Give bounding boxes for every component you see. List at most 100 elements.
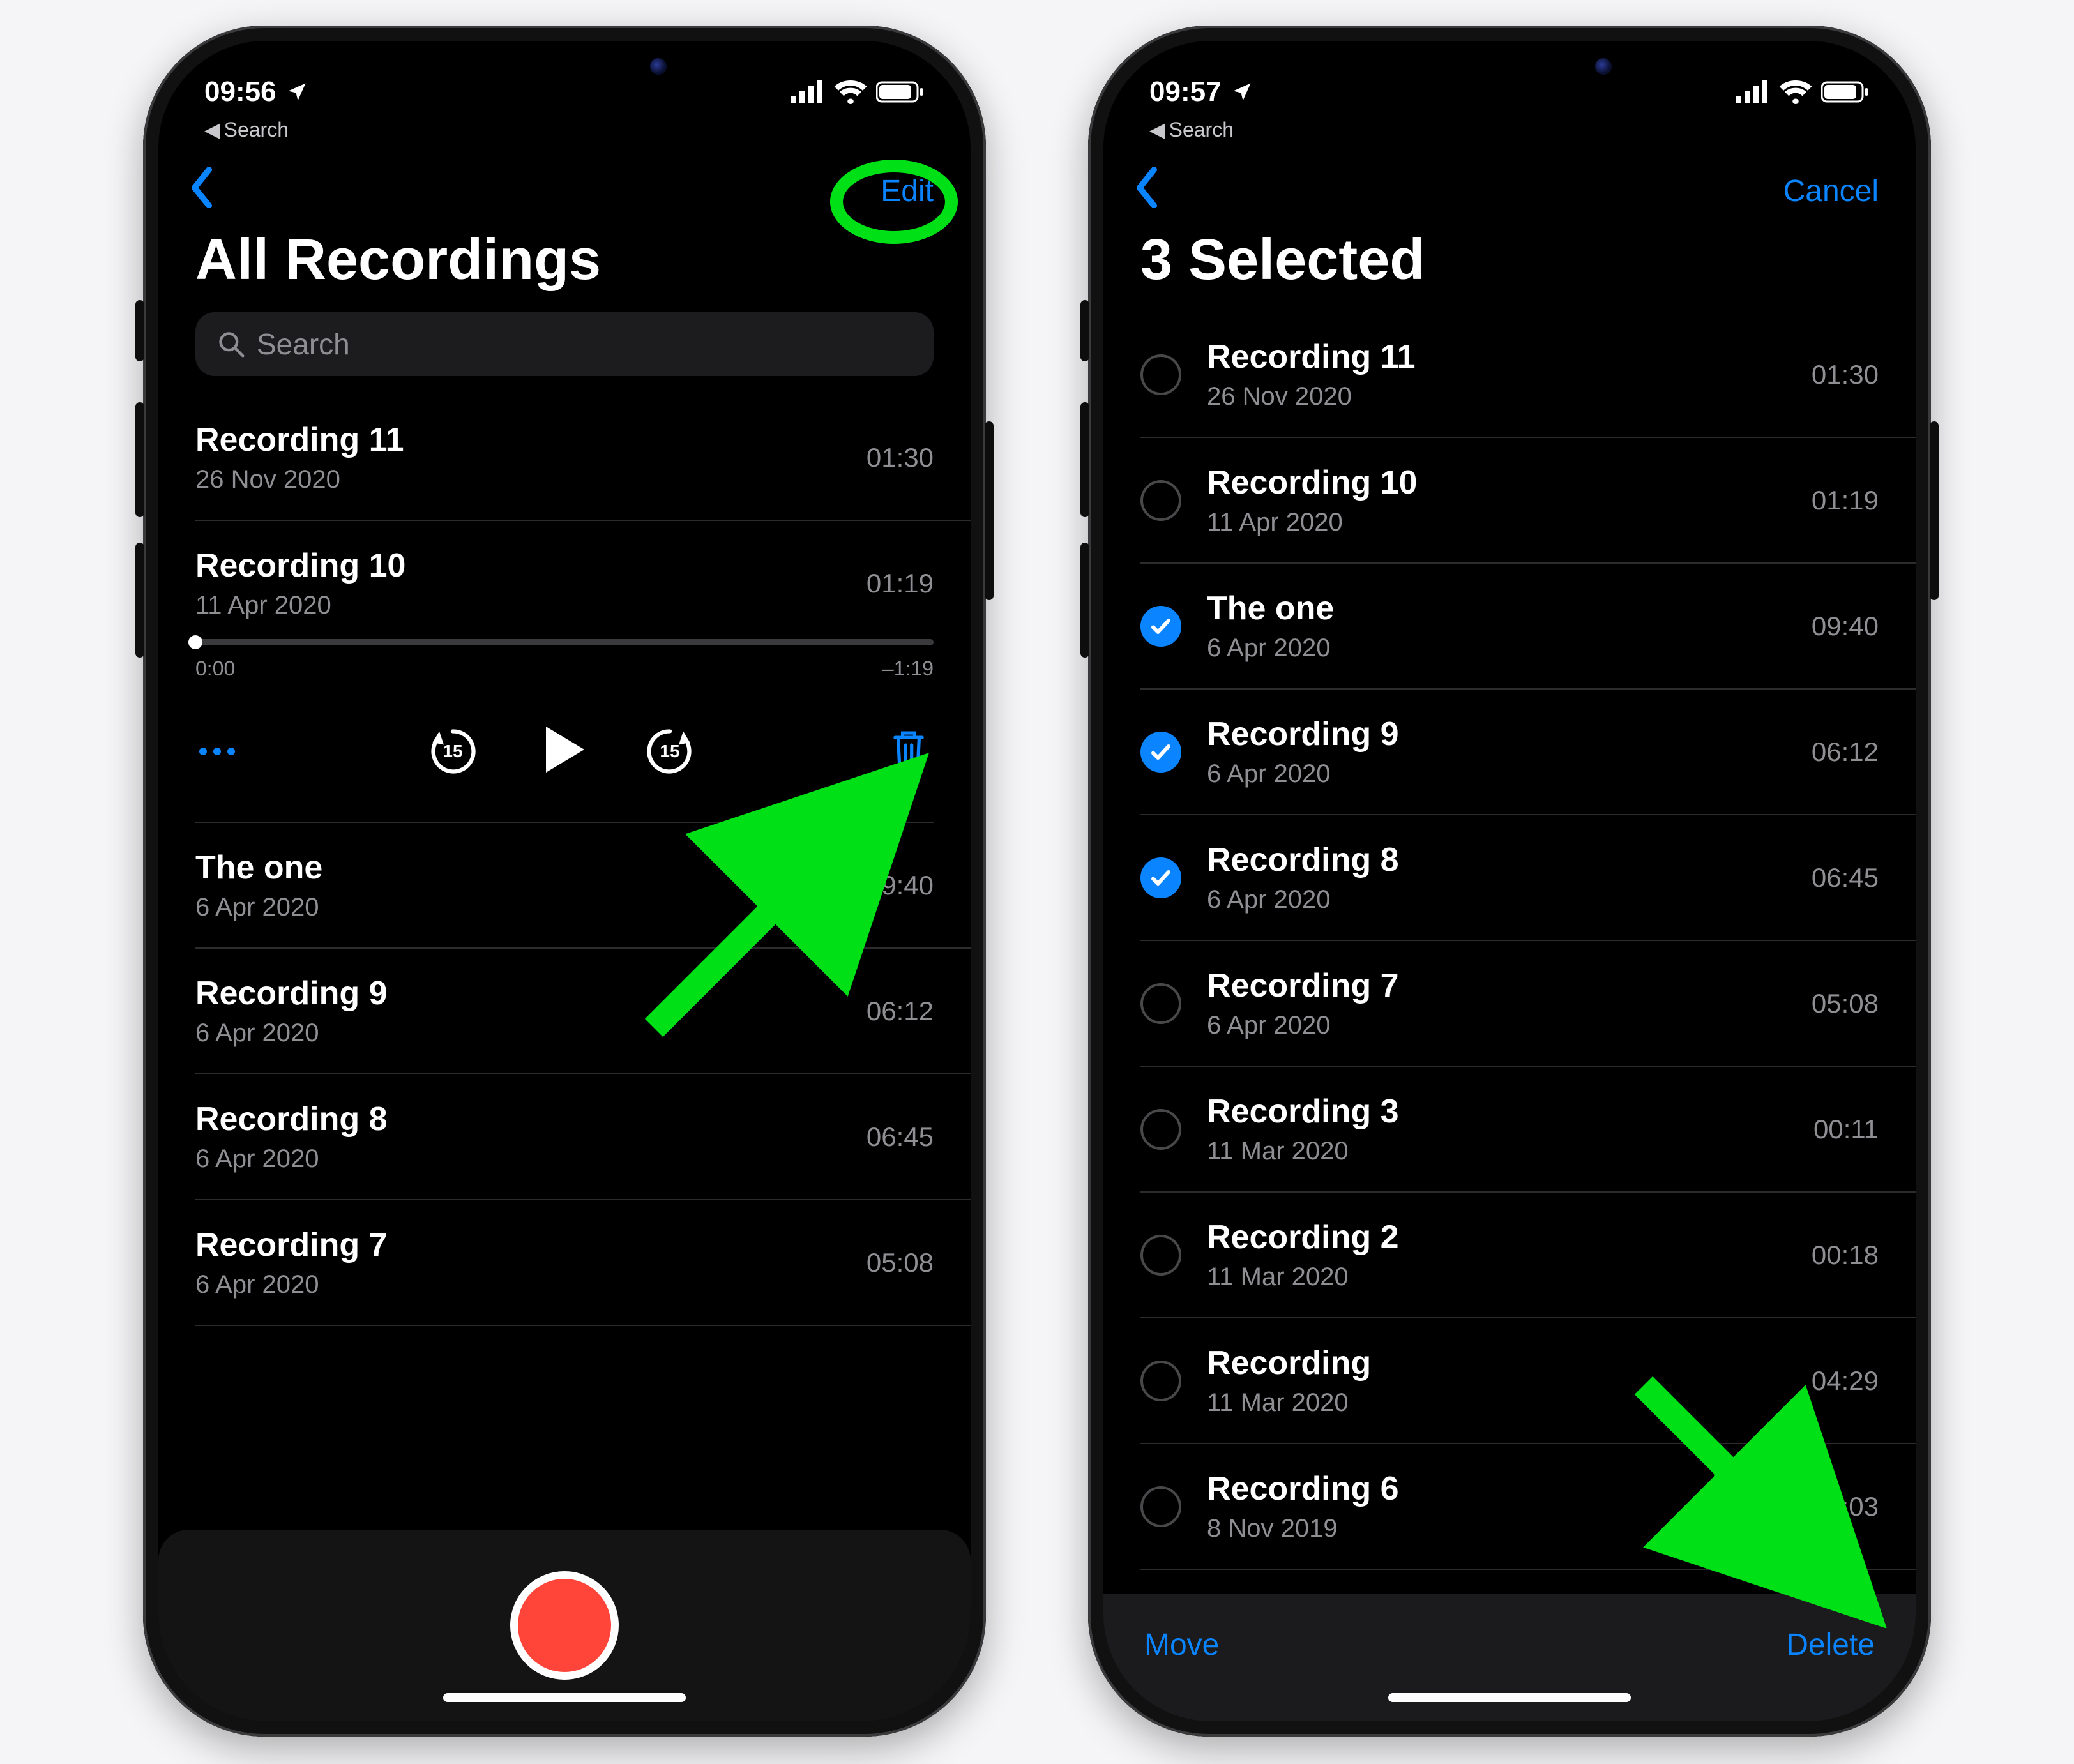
recording-duration: 09:40 <box>867 870 934 901</box>
delete-button[interactable]: Delete <box>1786 1627 1875 1662</box>
progress-bar[interactable] <box>195 639 934 645</box>
recording-title: Recording 9 <box>195 974 867 1013</box>
recording-date: 11 Apr 2020 <box>1207 508 1812 537</box>
selection-circle[interactable] <box>1140 1235 1181 1276</box>
list-item[interactable]: The one 6 Apr 2020 09:40 <box>195 823 971 949</box>
recording-title: Recording 2 <box>1207 1218 1812 1256</box>
list-item[interactable]: The one 6 Apr 2020 09:40 <box>1140 564 1916 690</box>
skip-forward-15-button[interactable]: 15 <box>643 725 697 778</box>
list-item[interactable]: Recording 3 11 Mar 2020 00:11 <box>1140 1067 1916 1193</box>
recording-date: 6 Apr 2020 <box>195 1145 867 1173</box>
more-options-button[interactable] <box>199 748 235 755</box>
recording-title: Recording 7 <box>1207 967 1812 1005</box>
recording-date: 6 Apr 2020 <box>1207 886 1812 914</box>
selection-circle[interactable] <box>1140 983 1181 1024</box>
recording-date: 8 Nov 2019 <box>1207 1514 1812 1543</box>
location-icon <box>1230 80 1253 103</box>
wifi-icon <box>1779 80 1812 104</box>
recording-title: Recording 8 <box>195 1100 867 1138</box>
selection-circle[interactable] <box>1140 606 1181 647</box>
record-button[interactable] <box>510 1571 619 1680</box>
location-icon <box>285 80 308 103</box>
back-button[interactable] <box>189 167 215 215</box>
recording-duration: 06:12 <box>867 996 934 1027</box>
chevron-left-icon <box>189 167 215 208</box>
cellular-icon <box>1736 80 1770 103</box>
breadcrumb-back-search[interactable]: ◀ Search <box>158 117 971 142</box>
chevron-left-icon <box>1134 167 1160 208</box>
back-app-label: Search <box>1169 118 1234 142</box>
list-item[interactable]: Recording 7 6 Apr 2020 05:08 <box>1140 941 1916 1067</box>
recording-date: 6 Apr 2020 <box>1207 760 1812 788</box>
selection-circle[interactable] <box>1140 732 1181 773</box>
recording-title: Recording 10 <box>195 547 867 585</box>
recording-duration: 06:45 <box>867 1122 934 1152</box>
recording-title: Recording 8 <box>1207 841 1812 879</box>
recording-title: Recording 11 <box>1207 338 1812 376</box>
recording-title: Recording 3 <box>1207 1092 1813 1131</box>
recording-duration: 00:18 <box>1812 1240 1879 1270</box>
recording-date: 11 Mar 2020 <box>1207 1137 1813 1166</box>
list-item[interactable]: Recording 8 6 Apr 2020 06:45 <box>195 1074 971 1200</box>
move-button[interactable]: Move <box>1144 1627 1219 1662</box>
recording-duration: 01:03 <box>1812 1491 1879 1522</box>
recording-duration: 01:30 <box>867 442 934 473</box>
selection-circle[interactable] <box>1140 354 1181 395</box>
trash-button[interactable] <box>888 728 930 774</box>
selection-circle[interactable] <box>1140 1361 1181 1401</box>
recordings-list[interactable]: Recording 11 26 Nov 2020 01:30 Recording… <box>158 395 971 1530</box>
back-button[interactable] <box>1134 167 1160 215</box>
recording-duration: 01:30 <box>1812 359 1879 390</box>
list-item[interactable]: Recording 2 11 Mar 2020 00:18 <box>1140 1193 1916 1318</box>
cancel-button[interactable]: Cancel <box>1783 174 1879 209</box>
recording-duration: 01:19 <box>867 568 934 599</box>
edit-button[interactable]: Edit <box>881 174 934 209</box>
back-app-label: Search <box>224 118 289 142</box>
list-item[interactable]: Recording 11 26 Nov 2020 01:30 <box>1140 312 1916 438</box>
recording-title: The one <box>1207 589 1812 628</box>
skip-seconds-label: 15 <box>426 725 480 778</box>
notch <box>1344 41 1676 92</box>
chevron-left-small-icon: ◀ <box>1149 117 1165 142</box>
search-placeholder: Search <box>257 327 350 361</box>
skip-back-15-button[interactable]: 15 <box>426 725 480 778</box>
nav-bar: Edit <box>158 142 971 221</box>
edit-actions-footer: Move Delete <box>1103 1594 1916 1721</box>
selection-circle[interactable] <box>1140 480 1181 521</box>
phone-left: 09:56 ◀ Search Edit All Recordings Searc… <box>143 26 986 1737</box>
wifi-icon <box>834 80 867 104</box>
recording-duration: 01:19 <box>1812 485 1879 516</box>
list-item[interactable]: Recording 9 6 Apr 2020 06:12 <box>195 949 971 1074</box>
recording-duration: 05:08 <box>1812 988 1879 1019</box>
recording-title: Recording 7 <box>195 1226 867 1264</box>
recording-duration: 06:45 <box>1812 863 1879 893</box>
list-item[interactable]: Recording 6 8 Nov 2019 01:03 <box>1140 1444 1916 1570</box>
recording-duration: 06:12 <box>1812 737 1879 767</box>
list-item[interactable]: Recording 10 11 Apr 2020 01:19 <box>1140 438 1916 564</box>
selection-circle[interactable] <box>1140 1486 1181 1527</box>
home-indicator <box>443 1693 686 1702</box>
skip-seconds-label: 15 <box>643 725 697 778</box>
list-item[interactable]: Recording 11 Mar 2020 04:29 <box>1140 1318 1916 1444</box>
breadcrumb-back-search[interactable]: ◀ Search <box>1103 117 1916 142</box>
recording-date: 11 Mar 2020 <box>1207 1389 1812 1417</box>
battery-icon <box>876 80 925 103</box>
record-footer <box>158 1530 971 1721</box>
player-controls: 0:00 –1:19 15 15 <box>195 639 971 823</box>
recordings-list-edit[interactable]: Recording 11 26 Nov 2020 01:30 Recording… <box>1103 312 1916 1594</box>
play-button[interactable] <box>531 719 592 783</box>
list-item[interactable]: Recording 11 26 Nov 2020 01:30 <box>195 395 971 521</box>
list-item[interactable]: Recording 10 11 Apr 2020 01:19 <box>195 521 971 620</box>
recording-title: Recording 10 <box>1207 464 1812 502</box>
selection-circle[interactable] <box>1140 857 1181 898</box>
recording-date: 6 Apr 2020 <box>1207 634 1812 663</box>
list-item[interactable]: Recording 8 6 Apr 2020 06:45 <box>1140 815 1916 941</box>
search-field[interactable]: Search <box>195 312 934 376</box>
recording-date: 6 Apr 2020 <box>195 1270 867 1299</box>
list-item[interactable]: Recording 9 6 Apr 2020 06:12 <box>1140 690 1916 815</box>
recording-title: The one <box>195 848 867 887</box>
recording-date: 11 Mar 2020 <box>1207 1263 1812 1292</box>
list-item[interactable]: Recording 7 6 Apr 2020 05:08 <box>195 1200 971 1326</box>
recording-date: 26 Nov 2020 <box>1207 382 1812 411</box>
selection-circle[interactable] <box>1140 1109 1181 1150</box>
